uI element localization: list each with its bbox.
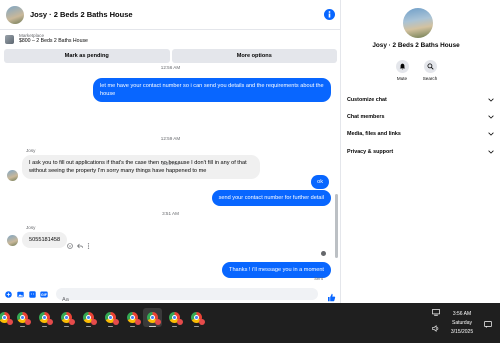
chrome-taskbar-icon[interactable] bbox=[79, 308, 98, 327]
row-label: Chat members bbox=[347, 114, 385, 120]
clock-date: 3/15/2025 bbox=[450, 329, 474, 335]
timestamp: 3:51 AM bbox=[162, 211, 179, 216]
seen-indicator bbox=[321, 251, 326, 256]
chrome-taskbar-icon[interactable] bbox=[187, 308, 206, 327]
chrome-taskbar-icon[interactable] bbox=[57, 308, 76, 327]
search-button[interactable]: Search bbox=[419, 60, 441, 81]
contact-avatar[interactable] bbox=[6, 5, 24, 24]
taskbar-clock[interactable]: 3:56 AM Saturday 3/15/2025 bbox=[442, 310, 482, 337]
chrome-taskbar-icon[interactable] bbox=[35, 308, 54, 327]
sent-status: Sent bbox=[314, 276, 323, 281]
composer: GIF bbox=[0, 285, 341, 306]
notification-icon[interactable] bbox=[484, 321, 492, 328]
chrome-taskbar-icon[interactable] bbox=[13, 308, 32, 327]
chrome-taskbar-icon[interactable] bbox=[0, 308, 14, 327]
clock-time: 3:56 AM bbox=[452, 311, 472, 317]
clock-day: Saturday bbox=[451, 320, 472, 326]
message-actions bbox=[67, 236, 90, 254]
mute-button[interactable]: Mute bbox=[391, 60, 413, 81]
contact-avatar-small[interactable] bbox=[7, 170, 18, 181]
reply-icon[interactable] bbox=[77, 236, 83, 254]
chat-header: Josy · 2 Beds 2 Baths House bbox=[0, 0, 341, 30]
listing-actions: Mark as pending More options bbox=[4, 49, 337, 63]
media-files-links-row[interactable]: Media, files and links bbox=[347, 125, 495, 143]
chrome-taskbar-icon-active[interactable] bbox=[143, 308, 162, 327]
chevron-down-icon bbox=[487, 148, 495, 156]
react-icon[interactable] bbox=[67, 236, 73, 254]
chrome-taskbar-icon[interactable] bbox=[123, 308, 142, 327]
taskbar: 3:56 AM Saturday 3/15/2025 bbox=[0, 303, 500, 343]
message-input-field[interactable] bbox=[56, 288, 318, 306]
row-label: Privacy & support bbox=[347, 149, 394, 155]
gif-icon[interactable]: GIF bbox=[40, 290, 48, 298]
incoming-message[interactable]: 5055181458 bbox=[22, 232, 68, 248]
chat-window: Josy · 2 Beds 2 Baths House Marketplace … bbox=[0, 0, 341, 306]
volume-icon[interactable] bbox=[432, 325, 440, 332]
listing-thumbnail bbox=[5, 35, 14, 44]
profile-avatar[interactable] bbox=[403, 8, 433, 38]
mark-as-pending-button[interactable]: Mark as pending bbox=[4, 49, 170, 63]
sticker-icon[interactable] bbox=[28, 290, 36, 298]
mute-label: Mute bbox=[396, 76, 408, 81]
svg-text:GIF: GIF bbox=[41, 293, 48, 297]
contact-avatar-small[interactable] bbox=[7, 235, 18, 246]
listing-title: $800 – 2 Beds 2 Baths House bbox=[19, 38, 88, 45]
chat-info-panel: Josy · 2 Beds 2 Baths House Mute Search … bbox=[341, 0, 500, 303]
chat-title[interactable]: Josy · 2 Beds 2 Baths House bbox=[30, 10, 133, 19]
outgoing-message[interactable]: ok bbox=[311, 175, 329, 189]
sender-name: Josy bbox=[26, 148, 36, 153]
search-icon bbox=[427, 63, 434, 70]
chrome-taskbar-icon[interactable] bbox=[165, 308, 184, 327]
more-options-button[interactable]: More options bbox=[171, 49, 337, 63]
sender-name: Josy bbox=[26, 225, 36, 230]
message-list[interactable]: 12:56 AM let me have your contact number… bbox=[0, 64, 341, 285]
chevron-down-icon bbox=[487, 113, 495, 121]
message-scrollbar[interactable] bbox=[335, 194, 338, 258]
marketplace-bar[interactable]: Marketplace $800 – 2 Beds 2 Baths House bbox=[0, 30, 341, 49]
customize-chat-row[interactable]: Customize chat bbox=[347, 91, 495, 109]
timestamp: 3:29 AM bbox=[162, 161, 179, 166]
outgoing-message[interactable]: let me have your contact number so i can… bbox=[93, 78, 331, 102]
privacy-support-row[interactable]: Privacy & support bbox=[347, 143, 495, 161]
plus-icon[interactable] bbox=[4, 290, 12, 298]
timestamp: 12:56 AM bbox=[160, 65, 181, 70]
chrome-taskbar-icon[interactable] bbox=[101, 308, 120, 327]
image-icon[interactable] bbox=[16, 290, 24, 298]
chevron-down-icon bbox=[487, 96, 495, 104]
profile-name: Josy · 2 Beds 2 Baths House bbox=[372, 42, 460, 49]
row-label: Customize chat bbox=[347, 97, 387, 103]
row-label: Media, files and links bbox=[347, 131, 401, 137]
more-icon[interactable] bbox=[87, 236, 90, 254]
bell-icon bbox=[399, 63, 405, 70]
incoming-message[interactable]: I ask you to fill out applications if th… bbox=[22, 155, 260, 179]
outgoing-message[interactable]: send your contact number for further det… bbox=[211, 190, 331, 206]
timestamp: 12:59 AM bbox=[160, 136, 181, 141]
screen: Josy · 2 Beds 2 Baths House Marketplace … bbox=[0, 0, 500, 343]
info-icon[interactable] bbox=[324, 9, 335, 20]
network-icon[interactable] bbox=[432, 309, 440, 316]
search-label: Search bbox=[422, 76, 438, 81]
chevron-down-icon bbox=[487, 130, 495, 138]
chat-members-row[interactable]: Chat members bbox=[347, 108, 495, 126]
